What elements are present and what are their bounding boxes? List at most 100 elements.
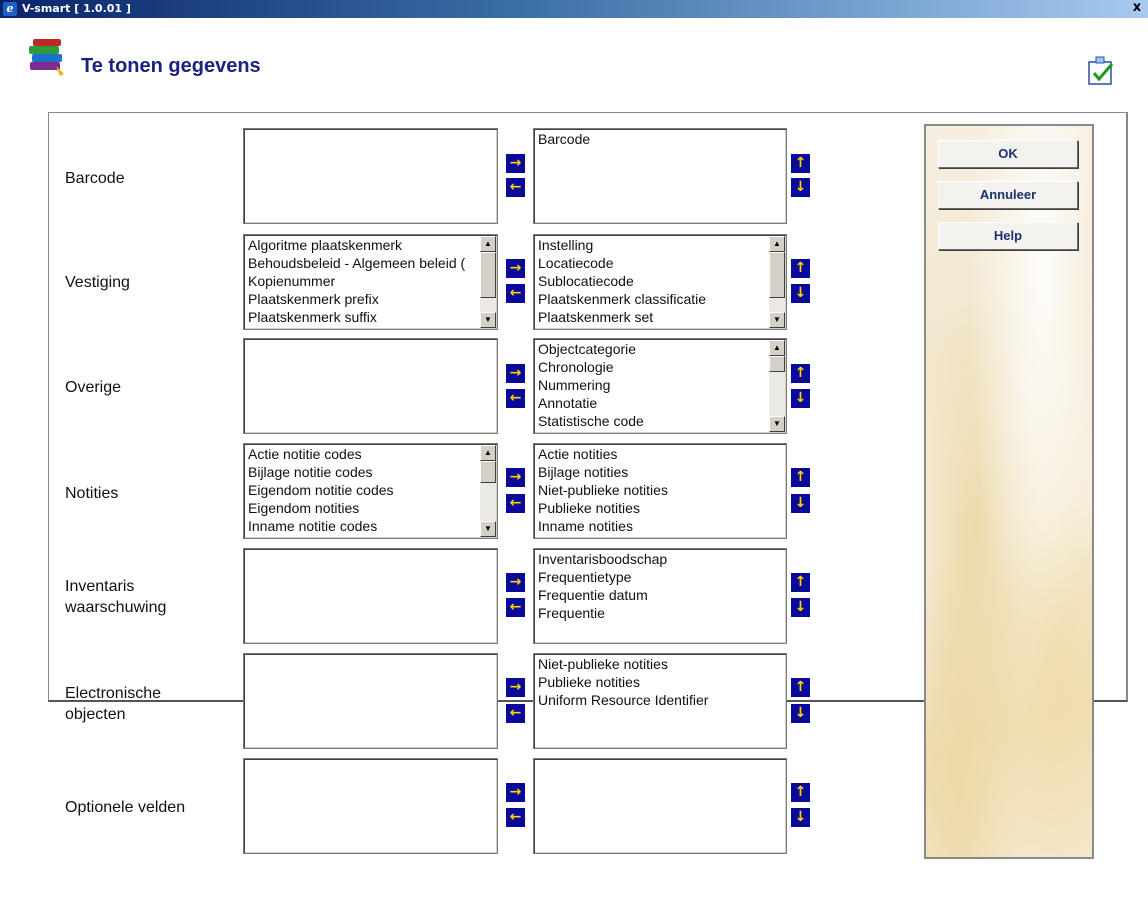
move-up-button[interactable]: ↑ [791,259,810,278]
move-down-button[interactable]: ↓ [791,284,810,303]
selected-list-electronische[interactable]: Niet-publieke notities Publieke notities… [533,653,787,749]
scroll-down-icon[interactable]: ▼ [480,312,496,328]
scroll-up-icon[interactable]: ▲ [480,236,496,252]
move-right-button[interactable]: → [506,259,525,278]
list-item[interactable]: Instelling [535,236,768,254]
scroll-down-icon[interactable]: ▼ [769,416,785,432]
list-item[interactable]: Nummering [535,376,768,394]
list-item[interactable]: Eigendom notitie codes [245,481,479,499]
window-titlebar: e V-smart [ 1.0.01 ] x [0,0,1148,18]
scroll-down-icon[interactable]: ▼ [769,312,785,328]
scroll-thumb[interactable] [769,252,785,298]
selected-list-notities[interactable]: Actie notities Bijlage notities Niet-pub… [533,443,787,539]
scroll-up-icon[interactable]: ▲ [769,236,785,252]
list-item[interactable]: Plaatskenmerk prefix [245,290,479,308]
list-item[interactable]: Algoritme plaatskenmerk [245,236,479,254]
move-down-button[interactable]: ↓ [791,808,810,827]
move-down-button[interactable]: ↓ [791,704,810,723]
selected-list-vestiging[interactable]: Instelling Locatiecode Sublocatiecode Pl… [533,234,787,330]
scrollbar[interactable]: ▲ ▼ [480,236,496,328]
list-item[interactable]: Bijlage notities [535,463,785,481]
available-list-barcode[interactable] [243,128,498,224]
move-left-button[interactable]: ← [506,808,525,827]
move-up-button[interactable]: ↑ [791,678,810,697]
move-up-button[interactable]: ↑ [791,573,810,592]
list-item[interactable]: Publieke notities [535,673,785,691]
help-options-icon[interactable] [1088,56,1116,86]
move-left-button[interactable]: ← [506,494,525,513]
list-item[interactable]: Frequentie [535,604,785,622]
available-list-overige[interactable] [243,338,498,434]
list-item[interactable]: Locatiecode [535,254,768,272]
scrollbar[interactable]: ▲ ▼ [769,236,785,328]
list-item[interactable]: Publieke notities [535,499,785,517]
move-right-button[interactable]: → [506,783,525,802]
page-title: Te tonen gegevens [81,55,261,77]
list-item[interactable]: Niet-publieke notities [535,655,785,673]
move-right-button[interactable]: → [506,364,525,383]
move-down-button[interactable]: ↓ [791,494,810,513]
list-item[interactable]: Plaatskenmerk suffix [245,308,479,326]
list-item[interactable]: Uniform Resource Identifier [535,691,785,709]
scroll-down-icon[interactable]: ▼ [480,521,496,537]
list-item[interactable]: Behoudsbeleid - Algemeen beleid ( [245,254,479,272]
selected-list-barcode[interactable]: Barcode [533,128,787,224]
list-item[interactable]: Plaatskenmerk classificatie [535,290,768,308]
list-item[interactable]: Kopienummer [245,272,479,290]
move-left-button[interactable]: ← [506,598,525,617]
scroll-thumb[interactable] [769,356,785,372]
list-item[interactable]: Chronologie [535,358,768,376]
selected-list-optionele[interactable] [533,758,787,854]
list-item[interactable]: Bijlage notitie codes [245,463,479,481]
list-item[interactable]: Objectcategorie [535,340,768,358]
row-label-line: Inventaris [65,578,135,595]
available-list-optionele[interactable] [243,758,498,854]
selected-list-overige[interactable]: Objectcategorie Chronologie Nummering An… [533,338,787,434]
scroll-up-icon[interactable]: ▲ [480,445,496,461]
move-right-button[interactable]: → [506,573,525,592]
available-list-notities[interactable]: Actie notitie codes Bijlage notitie code… [243,443,498,539]
move-right-button[interactable]: → [506,468,525,487]
list-item[interactable]: Inventarisboodschap [535,550,785,568]
list-item[interactable]: Eigendom notities [245,499,479,517]
move-up-button[interactable]: ↑ [791,364,810,383]
move-down-button[interactable]: ↓ [791,598,810,617]
move-right-button[interactable]: → [506,154,525,173]
list-item[interactable]: Niet-publieke notities [535,481,785,499]
scroll-thumb[interactable] [480,252,496,298]
move-up-button[interactable]: ↑ [791,783,810,802]
list-item[interactable]: Plaatskenmerk set [535,308,768,326]
scroll-thumb[interactable] [480,461,496,483]
list-item[interactable]: Annotatie [535,394,768,412]
available-list-electronische[interactable] [243,653,498,749]
move-down-button[interactable]: ↓ [791,389,810,408]
available-list-inventaris[interactable] [243,548,498,644]
list-item[interactable]: Frequentie datum [535,586,785,604]
move-down-button[interactable]: ↓ [791,178,810,197]
move-left-button[interactable]: ← [506,704,525,723]
cancel-button[interactable]: Annuleer [938,181,1078,209]
available-list-vestiging[interactable]: Algoritme plaatskenmerk Behoudsbeleid - … [243,234,498,330]
move-left-button[interactable]: ← [506,284,525,303]
move-right-button[interactable]: → [506,678,525,697]
list-item[interactable]: Frequentietype [535,568,785,586]
list-item[interactable]: Actie notitie codes [245,445,479,463]
list-item[interactable]: Statistische code [535,412,768,430]
move-left-button[interactable]: ← [506,178,525,197]
scroll-up-icon[interactable]: ▲ [769,340,785,356]
help-button[interactable]: Help [938,222,1078,250]
move-up-button[interactable]: ↑ [791,468,810,487]
scrollbar[interactable]: ▲ ▼ [480,445,496,537]
scrollbar[interactable]: ▲ ▼ [769,340,785,432]
ok-button[interactable]: OK [938,140,1078,168]
list-item[interactable]: Actie notities [535,445,785,463]
list-item[interactable]: Barcode [535,130,785,148]
list-item[interactable]: Inname notities [535,517,785,535]
window-title: V-smart [ 1.0.01 ] [22,2,131,15]
move-up-button[interactable]: ↑ [791,154,810,173]
list-item[interactable]: Sublocatiecode [535,272,768,290]
close-icon[interactable]: x [1130,0,1144,16]
list-item[interactable]: Inname notitie codes [245,517,479,535]
move-left-button[interactable]: ← [506,389,525,408]
selected-list-inventaris[interactable]: Inventarisboodschap Frequentietype Frequ… [533,548,787,644]
